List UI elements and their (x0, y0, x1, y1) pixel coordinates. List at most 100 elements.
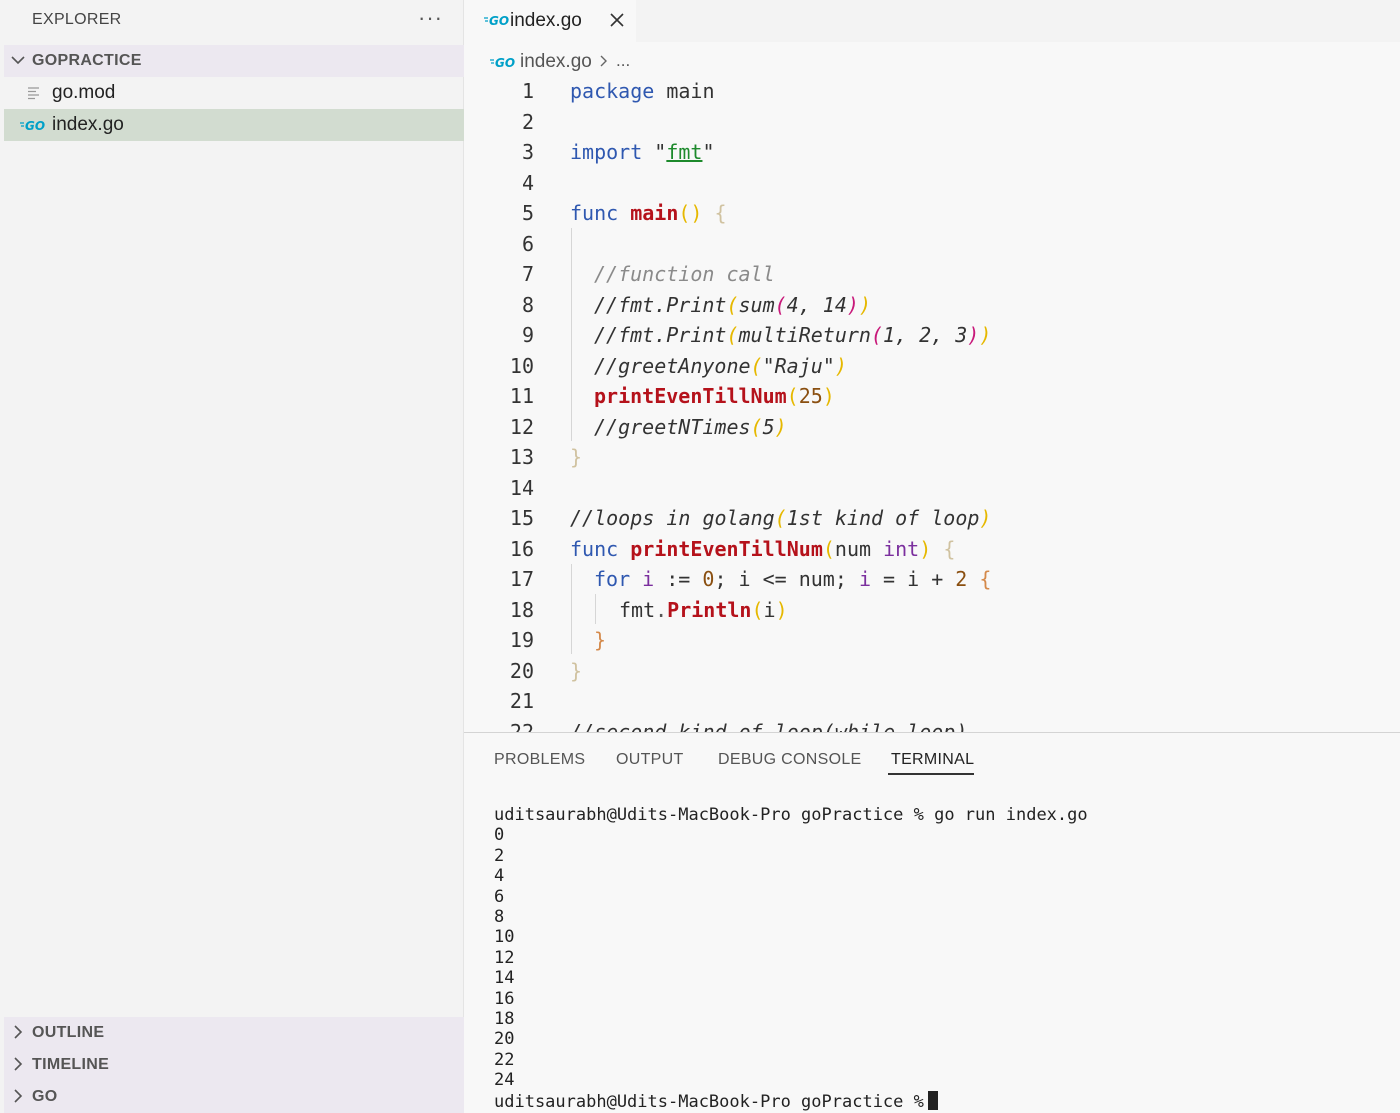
code-line: 20 } (509, 658, 583, 683)
code-line: 1 package main (521, 79, 715, 103)
line-number: 9 (521, 323, 534, 347)
terminal-line: 12 (494, 947, 515, 968)
code-line: 5 func main() { (521, 201, 727, 225)
terminal-line: 6 (494, 886, 505, 907)
line-number: 16 (509, 536, 534, 561)
code-line: 6 (464, 229, 1400, 259)
line-number: 10 (509, 353, 534, 378)
file-name: index.go (52, 114, 124, 135)
terminal-line: uditsaurabh@Udits-MacBook-Pro goPractice… (494, 805, 1088, 825)
line-number: 22 (509, 719, 534, 733)
breadcrumb: GO index.go ... (464, 48, 1400, 74)
code-line: 9 //fmt.Print(multiReturn(1, 2, 3)) (521, 323, 992, 347)
terminal-line: 20 (494, 1029, 515, 1050)
folder-name: GOPRACTICE (32, 52, 142, 69)
tab-label: index.go (510, 10, 582, 31)
indent-guide (571, 564, 572, 654)
section-label: TIMELINE (32, 1056, 110, 1073)
chevron-down-icon (11, 56, 25, 65)
code-line: 14 (464, 473, 1400, 503)
indent-guide (571, 228, 572, 441)
file-lines-icon (28, 87, 39, 100)
section-label: OUTLINE (32, 1024, 105, 1041)
chevron-right-icon (14, 1025, 23, 1039)
tab-terminal[interactable]: TERMINAL (891, 751, 974, 769)
code-line: 19 } (509, 628, 607, 652)
line-number: 20 (509, 658, 534, 683)
line-number: 19 (509, 628, 534, 652)
code-line: 10 //greetAnyone("Raju") (509, 353, 847, 378)
chevron-right-icon (14, 1089, 23, 1103)
code-line: 3 import "fmt" (521, 140, 715, 164)
code-line: 15 //loops in golang(1st kind of loop) (509, 506, 992, 530)
line-number: 11 (509, 384, 534, 408)
line-number: 8 (521, 292, 534, 317)
terminal-output[interactable]: uditsaurabh@Udits-MacBook-Pro goPractice… (494, 805, 1088, 1112)
chevron-right-icon (600, 55, 607, 67)
code-line: 11 printEvenTillNum(25) (509, 384, 835, 408)
indent-guide (595, 594, 596, 624)
line-number: 7 (521, 262, 534, 286)
tab-index-go[interactable]: GO index.go (464, 0, 636, 42)
code-line: 2 (464, 107, 1400, 137)
line-number: 2 (521, 109, 534, 134)
line-number: 12 (509, 414, 534, 439)
terminal-cursor (927, 1090, 938, 1110)
tab-debug-console[interactable]: DEBUG CONSOLE (718, 751, 862, 769)
go-file-icon: GO (484, 14, 509, 27)
close-icon[interactable] (608, 11, 626, 29)
line-number: 4 (521, 170, 534, 195)
tab-output[interactable]: OUTPUT (616, 751, 684, 769)
terminal-line: 2 (494, 845, 505, 866)
code-line: 8 //fmt.Print(sum(4, 14)) (521, 292, 871, 317)
terminal-line: 4 (494, 866, 505, 887)
terminal-line: 14 (494, 968, 515, 989)
line-number: 3 (521, 140, 534, 164)
explorer-sidebar: EXPLORER ··· GOPRACTICE go.mod GO index.… (0, 0, 464, 1113)
code-line: 17 for i := 0; i <= num; i = i + 2 { (509, 567, 992, 591)
line-number: 13 (509, 445, 534, 469)
svg-text:GO: GO (25, 119, 45, 132)
folder-header-gopractice[interactable]: GOPRACTICE (4, 45, 464, 77)
code-line: 16 func printEvenTillNum(num int) { (509, 536, 956, 561)
editor-tab-bar: GO index.go (464, 0, 1400, 42)
line-number: 14 (509, 475, 534, 500)
code-line: 4 (464, 168, 1400, 198)
code-line: 21 (464, 686, 1400, 716)
go-file-icon: GO (490, 56, 515, 69)
terminal-prompt: uditsaurabh@Udits-MacBook-Pro goPractice… (494, 1091, 924, 1112)
terminal-line: 18 (494, 1009, 515, 1030)
code-line: 22 //second kind of loop(while loop) (464, 717, 1400, 733)
svg-text:GO: GO (489, 14, 509, 27)
more-actions-icon[interactable]: ··· (418, 5, 443, 31)
section-timeline[interactable]: TIMELINE (4, 1049, 464, 1081)
line-number: 18 (509, 597, 534, 622)
terminal-line: 0 (494, 825, 505, 846)
code-line: 12 //greetNTimes(5) (509, 414, 787, 439)
line-number: 15 (509, 506, 534, 530)
breadcrumb-file[interactable]: index.go (520, 51, 592, 73)
breadcrumb-symbols[interactable]: ... (616, 51, 630, 71)
file-item-go-mod[interactable]: go.mod (4, 77, 464, 109)
terminal-prompt-line[interactable]: uditsaurabh@Udits-MacBook-Pro goPractice… (494, 1090, 1088, 1112)
code-line: 18 fmt.Println(i) (509, 597, 788, 622)
terminal-line: 24 (494, 1070, 515, 1091)
line-number: 5 (521, 201, 534, 225)
section-label: GO (32, 1088, 58, 1105)
section-go[interactable]: GO (4, 1081, 464, 1113)
line-number: 6 (521, 231, 534, 256)
line-number: 1 (521, 79, 534, 103)
terminal-line: 8 (494, 907, 505, 928)
file-item-index-go[interactable]: GO index.go (4, 109, 464, 141)
code-line: 7 //function call (521, 262, 775, 286)
code-line: 13 } (509, 445, 583, 469)
terminal-line: 16 (494, 988, 515, 1009)
section-outline[interactable]: OUTLINE (4, 1017, 464, 1049)
code-editor[interactable]: GO index.go GO index.go ... 1 package ma… (464, 0, 1400, 732)
active-tab-indicator (888, 773, 974, 775)
tab-problems[interactable]: PROBLEMS (494, 751, 585, 769)
line-number: 17 (509, 567, 534, 591)
line-number: 21 (509, 689, 534, 713)
file-name: go.mod (52, 82, 116, 103)
explorer-header: EXPLORER ··· (0, 0, 464, 40)
